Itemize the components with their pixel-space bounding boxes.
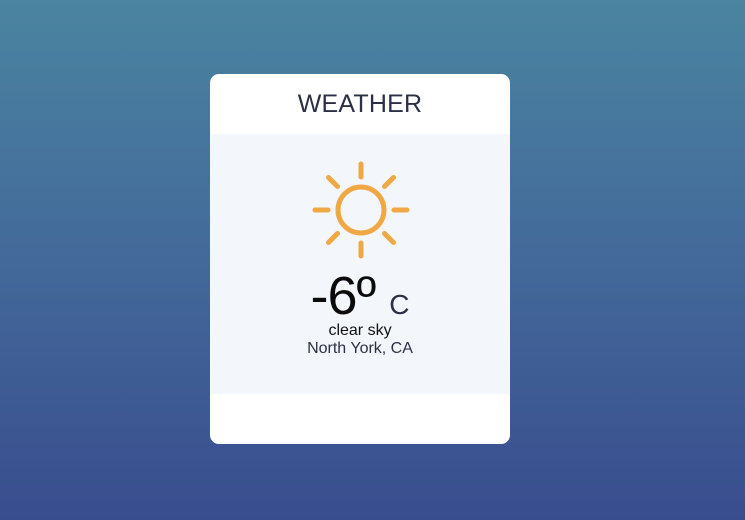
card-header: WEATHER: [210, 74, 510, 134]
card-title: WEATHER: [297, 89, 423, 118]
weather-card: WEATHER -6º C clear sky North York, CA: [210, 74, 510, 444]
weather-location: North York, CA: [307, 340, 413, 357]
weather-condition: clear sky: [328, 322, 392, 339]
temperature-display: -6º C: [210, 269, 510, 323]
sun-icon: [312, 161, 410, 259]
temperature-unit: C: [389, 289, 410, 320]
temperature-value: -6º: [310, 266, 377, 326]
